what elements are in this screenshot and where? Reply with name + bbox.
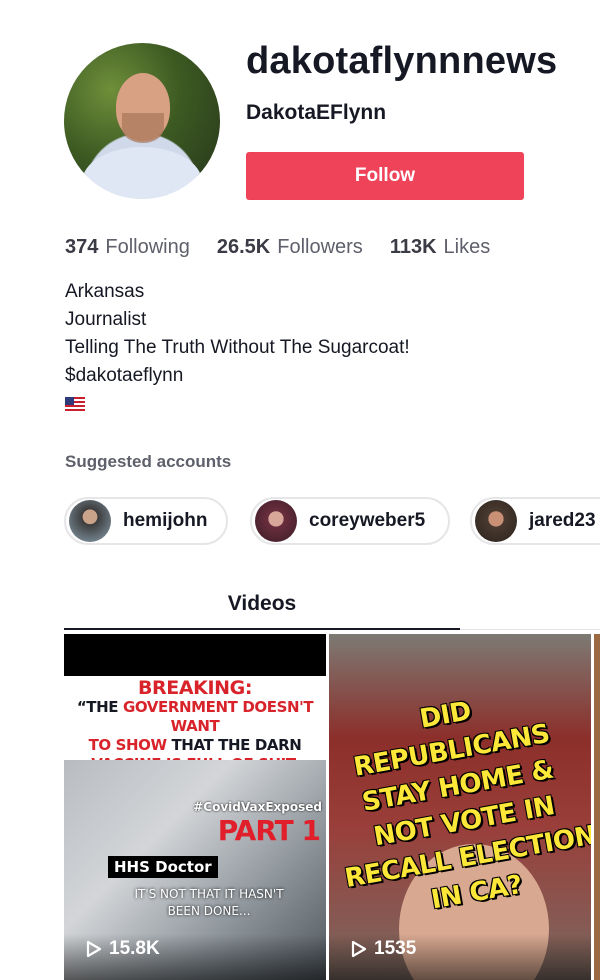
stat-followers[interactable]: 26.5K Followers [217,236,363,259]
thumbnail-caption-box: HHS Doctor [108,856,218,878]
likes-count: 113K [389,236,437,258]
bio-line: $dakotaeflynn [65,365,184,386]
us-flag-icon [65,397,85,411]
avatar-beard [122,113,164,143]
following-count: 374 [65,236,99,258]
thumbnail-hashtag: #CovidVaxExposed [193,800,322,814]
avatar-shirt [82,147,202,199]
following-label: Following [105,236,190,258]
bio-line: Journalist [65,309,147,330]
thumbnail-overlay-text: DID REPUBLICANS STAY HOME & NOT VOTE IN … [342,696,591,916]
profile-username: dakotaflynnnews [246,40,558,82]
bio-line: Telling The Truth Without The Sugarcoat! [65,337,410,358]
thumbnail-top-bar [64,634,326,676]
video-views: 1535 [351,938,416,960]
headline-segment: “THE [76,698,123,716]
likes-label: Likes [443,236,491,258]
profile-bio: Arkansas Journalist Telling The Truth Wi… [65,278,410,420]
video-view-count: 1535 [374,938,417,959]
stat-likes: 113K Likes [390,236,490,259]
follow-button[interactable]: Follow [246,152,524,200]
video-view-count: 15.8K [109,938,160,959]
suggested-accounts-title: Suggested accounts [65,452,232,471]
video-grid: BREAKING: “THE GOVERNMENT DOESN'T WANT T… [64,634,600,980]
suggested-account-chip[interactable]: hemijohn [64,497,228,545]
headline-segment: GOVERNMENT DOESN'T WANT [122,698,314,735]
suggested-account-chip[interactable]: coreyweber5 [250,497,450,545]
thumbnail-caption-sub: IT'S NOT THAT IT HASN'T BEEN DONE... [134,887,284,918]
play-icon [86,940,102,958]
bio-line: Arkansas [65,281,145,302]
headline-line: “THE GOVERNMENT DOESN'T WANT [64,698,326,736]
followers-count: 26.5K [216,236,271,258]
thumbnail-part-label: PART 1 [217,814,321,847]
headline-line: TO SHOW THAT THE DARN [64,736,326,755]
suggested-account-name: jared23 [529,510,596,531]
profile-stats: 374 Following 26.5K Followers 113K Likes [65,236,490,259]
headline-segment: TO SHOW [88,736,167,754]
video-thumbnail-partial[interactable] [594,634,600,980]
suggested-avatar [69,500,111,542]
suggested-account-name: coreyweber5 [309,510,426,531]
tab-videos[interactable]: Videos [64,588,460,630]
profile-avatar [64,43,220,199]
suggested-account-name: hemijohn [123,510,208,531]
video-thumbnail[interactable]: BREAKING: “THE GOVERNMENT DOESN'T WANT T… [64,634,326,980]
headline-segment: THAT THE DARN [166,736,302,754]
suggested-avatar [475,500,517,542]
followers-label: Followers [277,236,363,258]
video-thumbnail[interactable]: DID REPUBLICANS STAY HOME & NOT VOTE IN … [329,634,591,980]
suggested-account-chip[interactable]: jared23 [470,497,600,545]
profile-nickname: DakotaEFlynn [246,101,387,124]
profile-tabs: Videos [64,588,600,630]
thumbnail-headline: BREAKING: “THE GOVERNMENT DOESN'T WANT T… [64,676,326,773]
play-icon [351,940,367,958]
suggested-avatar [255,500,297,542]
active-tab-indicator [64,628,460,630]
video-views: 15.8K [86,938,160,960]
headline-line: BREAKING: [137,677,253,699]
suggested-accounts-row: hemijohn coreyweber5 jared23 [64,497,600,547]
stat-following[interactable]: 374 Following [65,236,190,259]
